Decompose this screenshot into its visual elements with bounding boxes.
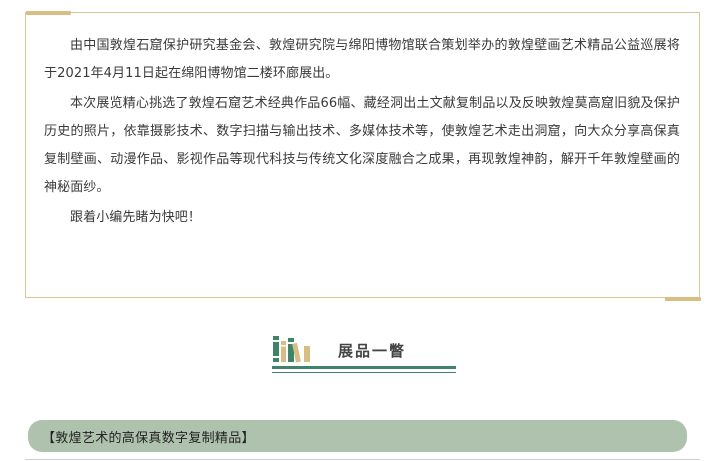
section-heading: 展品一瞥 [272, 328, 456, 376]
heading-underline-thin [272, 372, 456, 373]
article: 由中国敦煌石窟保护研究基金会、敦煌研究院与绵阳博物馆联合策划举办的敦煌壁画艺术精… [0, 0, 710, 461]
intro-paragraph-3: 跟着小编先睹为快吧！ [70, 210, 202, 225]
heading-underline [272, 366, 456, 369]
bottom-divider [25, 459, 700, 460]
frame-accent-top-left [26, 11, 71, 15]
intro-text: 由中国敦煌石窟保护研究基金会、敦煌研究院与绵阳博物馆联合策划举办的敦煌壁画艺术精… [44, 32, 680, 234]
books-icon [273, 336, 310, 363]
category-banner: 【敦煌艺术的高保真数字复制精品】 [28, 420, 687, 452]
section-title: 展品一瞥 [338, 342, 407, 360]
intro-paragraph-2: 本次展览精心挑选了敦煌石窟艺术经典作品66幅、藏经洞出土文献复制品以及反映敦煌莫… [44, 96, 680, 195]
category-label: 【敦煌艺术的高保真数字复制精品】 [42, 431, 255, 446]
intro-paragraph-1: 由中国敦煌石窟保护研究基金会、敦煌研究院与绵阳博物馆联合策划举办的敦煌壁画艺术精… [44, 38, 680, 81]
frame-accent-bottom-right [665, 297, 701, 301]
